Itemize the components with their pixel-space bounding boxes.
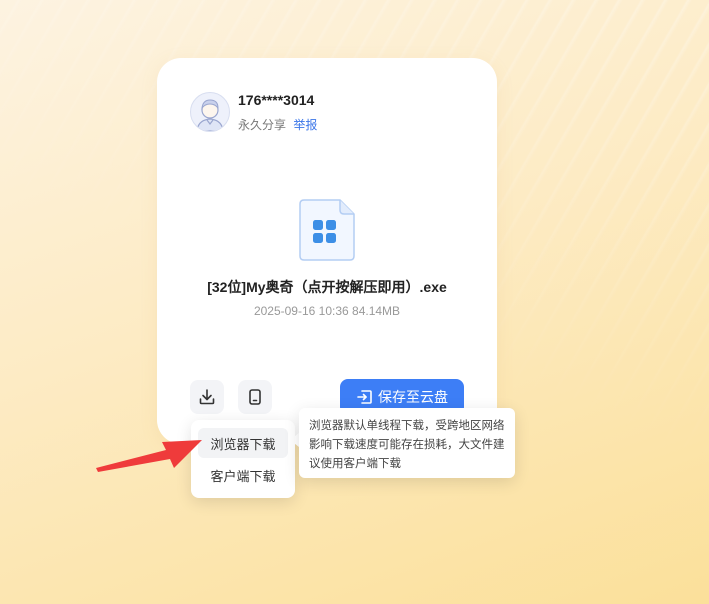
file-meta: 2025-09-16 10:36 84.14MB — [157, 304, 497, 318]
user-name: 176****3014 — [238, 92, 315, 108]
client-download-option[interactable]: 客户端下载 — [198, 460, 288, 490]
save-button-label: 保存至云盘 — [378, 389, 448, 405]
download-button[interactable] — [190, 380, 224, 414]
device-button[interactable] — [238, 380, 272, 414]
tooltip-arrow — [290, 433, 299, 447]
report-link[interactable]: 举报 — [293, 118, 317, 132]
user-avatar — [190, 92, 230, 132]
avatar-icon — [196, 99, 224, 131]
share-info: 永久分享 举报 — [238, 116, 317, 133]
download-dropdown: 浏览器下载 客户端下载 — [191, 420, 295, 498]
file-size: 84.14MB — [352, 304, 401, 318]
file-date: 2025-09-16 10:36 — [253, 304, 349, 318]
download-icon — [199, 389, 215, 405]
app-file-icon — [298, 198, 356, 262]
browser-download-option[interactable]: 浏览器下载 — [198, 428, 288, 458]
device-icon — [249, 389, 261, 405]
save-icon — [357, 390, 372, 404]
file-name: [32位]My奥奇（点开按解压即用）.exe — [207, 279, 447, 295]
share-card: 176****3014 永久分享 举报 [32位]My奥奇（点开按解压即用）.e… — [157, 58, 497, 444]
share-type: 永久分享 — [238, 118, 287, 132]
download-tooltip: 浏览器默认单线程下载，受跨地区网络影响下载速度可能存在损耗，大文件建议使用客户端… — [299, 408, 515, 478]
